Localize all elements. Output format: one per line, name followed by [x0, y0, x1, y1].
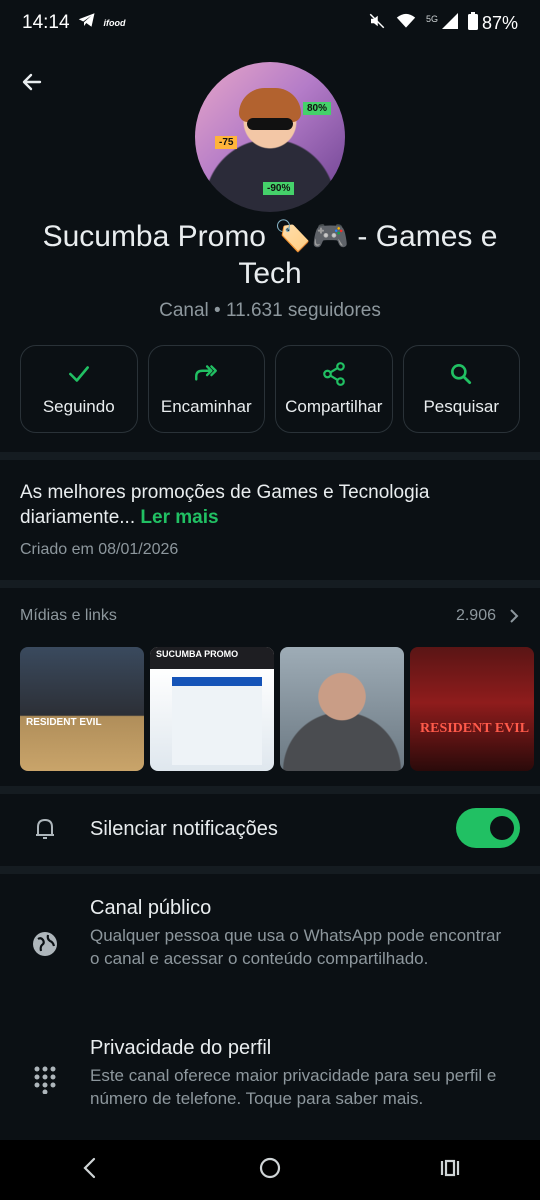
- share-button[interactable]: Compartilhar: [275, 345, 393, 433]
- avatar-glasses: [247, 118, 293, 130]
- mute-notifications-row[interactable]: Silenciar notificações: [0, 795, 540, 863]
- thumbnail-caption: RESIDENT EVIL: [26, 717, 102, 728]
- back-button[interactable]: [16, 66, 48, 98]
- mute-icon: [368, 12, 386, 35]
- setting-subtitle: Qualquer pessoa que usa o WhatsApp pode …: [90, 926, 502, 968]
- action-buttons: Seguindo Encaminhar Compartilhar Pesquis…: [20, 345, 520, 433]
- media-thumbnails: RESIDENT EVIL SUCUMBA PROMO RESIDENT EVI…: [20, 647, 540, 771]
- avatar-tag: -75: [215, 136, 238, 149]
- wifi-icon: [396, 13, 416, 34]
- setting-title: Canal público: [90, 897, 212, 919]
- setting-title: Privacidade do perfil: [90, 1037, 272, 1059]
- search-button[interactable]: Pesquisar: [402, 345, 520, 433]
- network-label: 5G: [425, 14, 438, 24]
- section-divider: [0, 786, 540, 794]
- battery-level: 87%: [481, 12, 518, 33]
- media-links-header[interactable]: Mídias e links 2.906: [20, 607, 520, 625]
- nav-home-icon: [259, 1157, 281, 1178]
- system-nav-bar: [0, 1140, 540, 1200]
- forward-label: Encaminhar: [160, 397, 252, 416]
- setting-subtitle: Este canal oferece maior privacidade par…: [90, 1066, 497, 1108]
- media-thumbnail[interactable]: SUCUMBA PROMO: [150, 647, 274, 771]
- channel-name: Sucumba Promo 🏷️🎮 - Games e Tech: [42, 220, 498, 290]
- channel-description: As melhores promoções de Games e Tecnolo…: [20, 480, 520, 530]
- arrow-left-icon: [22, 73, 42, 91]
- mute-toggle[interactable]: [456, 808, 520, 848]
- created-date: Criado em 08/01/2026: [20, 541, 179, 558]
- section-divider: [0, 580, 540, 588]
- avatar-hair: [239, 88, 301, 122]
- nav-home-button[interactable]: [257, 1155, 283, 1186]
- avatar-tag: -90%: [263, 182, 295, 195]
- signal-icon: [441, 12, 458, 34]
- description-text: As melhores promoções de Games e Tecnolo…: [20, 482, 430, 528]
- telegram-icon: [78, 12, 96, 34]
- search-label: Pesquisar: [423, 397, 500, 416]
- status-time: 14:14: [22, 12, 70, 33]
- dialpad-icon: [28, 1063, 62, 1097]
- thumbnail-caption: SUCUMBA PROMO: [150, 647, 274, 669]
- section-divider: [0, 452, 540, 460]
- channel-meta: Canal • 11.631 seguidores: [159, 300, 381, 321]
- chevron-right-icon: [510, 609, 519, 623]
- share-label: Compartilhar: [285, 397, 383, 416]
- media-thumbnail[interactable]: RESIDENT EVIL: [410, 647, 534, 771]
- section-divider: [0, 866, 540, 874]
- following-button[interactable]: Seguindo: [20, 345, 138, 433]
- thumbnail-caption: RESIDENT EVIL: [420, 721, 530, 736]
- nav-recents-button[interactable]: [437, 1155, 463, 1186]
- media-thumbnail[interactable]: [280, 647, 404, 771]
- status-right: 5G 87%: [368, 11, 518, 35]
- profile-privacy-setting[interactable]: Privacidade do perfil Este canal oferece…: [0, 1035, 540, 1140]
- toggle-knob: [490, 816, 514, 840]
- game-cover: [172, 677, 262, 765]
- media-thumbnail[interactable]: RESIDENT EVIL: [20, 647, 144, 771]
- forward-button[interactable]: Encaminhar: [147, 345, 265, 433]
- check-icon: [68, 366, 89, 382]
- status-bar: 14:14 ifood 5G 87%: [0, 0, 540, 46]
- media-count: 2.906: [455, 607, 496, 624]
- share-icon: [322, 362, 345, 386]
- mute-label: Silenciar notificações: [90, 817, 278, 840]
- nav-back-button[interactable]: [77, 1155, 103, 1186]
- avatar-tag: 80%: [303, 102, 332, 115]
- ifood-icon: ifood: [103, 18, 126, 28]
- search-icon: [451, 364, 472, 385]
- forward-icon: [195, 365, 218, 381]
- nav-back-icon: [83, 1157, 96, 1178]
- bell-icon: [0, 816, 90, 842]
- media-title: Mídias e links: [20, 607, 117, 624]
- battery-icon: [467, 11, 478, 35]
- read-more-link[interactable]: Ler mais: [140, 507, 218, 528]
- channel-avatar[interactable]: 80% -90% -75: [195, 62, 345, 212]
- nav-recents-icon: [440, 1159, 460, 1176]
- globe-icon: [28, 927, 62, 961]
- following-label: Seguindo: [42, 397, 115, 416]
- public-channel-setting[interactable]: Canal público Qualquer pessoa que usa o …: [0, 895, 540, 1005]
- status-left: 14:14 ifood: [22, 12, 126, 34]
